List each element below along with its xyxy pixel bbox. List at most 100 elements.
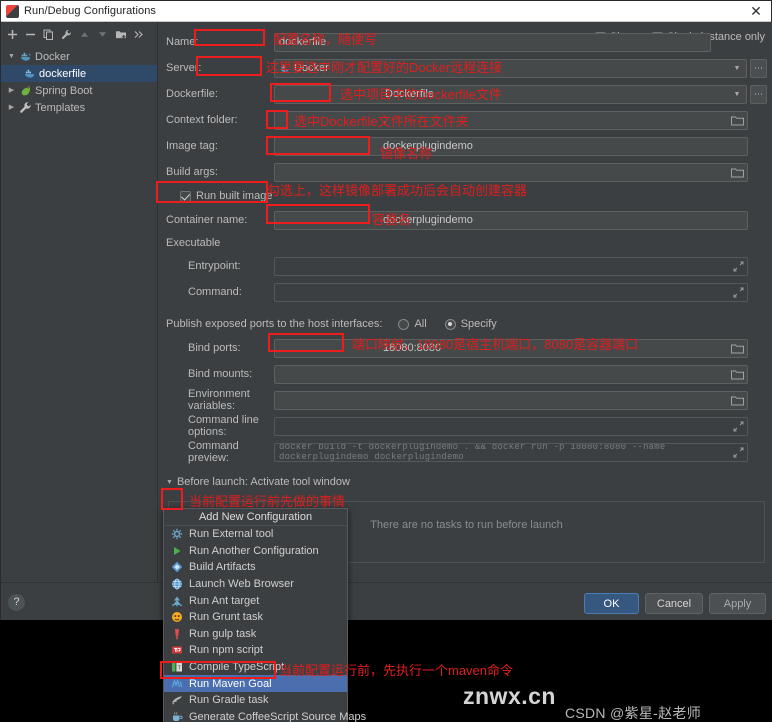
dockerfile-combobox[interactable]: Dockerfile ▼ (274, 84, 747, 104)
chevron-down-icon[interactable]: ▼ (166, 479, 173, 486)
folder-icon[interactable] (731, 395, 744, 407)
menu-item-label: Run External tool (189, 528, 274, 541)
expand-icon[interactable] (733, 447, 744, 458)
command-line-options-input[interactable] (274, 416, 748, 436)
dockerfile-label: Dockerfile: (166, 88, 218, 100)
dialog-body: ▼ Docker dockerfile ▶ Spring Boot ▶ Temp… (1, 22, 772, 582)
dialog-title: Run/Debug Configurations (24, 5, 157, 17)
tree-item-dockerfile[interactable]: dockerfile (1, 65, 157, 82)
folder-icon[interactable] (731, 343, 744, 355)
docker-icon (280, 64, 289, 72)
publish-ports-all-radio[interactable]: All (398, 318, 427, 330)
image-tag-label: Image tag: (166, 140, 218, 152)
run-built-image-checkbox-box[interactable] (180, 190, 191, 202)
bind-ports-value: 18080:8080 (383, 342, 442, 354)
command-row: Command: (166, 279, 767, 305)
container-name-label: Container name: (166, 214, 248, 226)
command-line-options-spacer (750, 417, 767, 436)
menu-item-run-maven-goal[interactable]: Run Maven Goal (164, 675, 347, 692)
close-icon[interactable]: ✕ (749, 4, 763, 18)
wrench-icon (20, 102, 31, 113)
image-tag-row: Image tag: dockerplugindemo (166, 133, 767, 159)
publish-ports-specify-radio[interactable]: Specify (444, 318, 497, 330)
remove-configuration-button[interactable] (22, 25, 39, 43)
apply-button[interactable]: Apply (709, 593, 766, 614)
menu-item-run-ant-target[interactable]: Run Ant target (164, 592, 347, 609)
menu-item-launch-web-browser[interactable]: Launch Web Browser (164, 576, 347, 593)
dockerfile-value: Dockerfile (385, 88, 434, 100)
dialog-titlebar: Run/Debug Configurations ✕ (1, 1, 771, 22)
chevron-down-icon[interactable]: ▼ (730, 87, 744, 102)
menu-item-build-artifacts[interactable]: Build Artifacts (164, 559, 347, 576)
menu-item-run-another-configuration[interactable]: Run Another Configuration (164, 543, 347, 560)
tree-item-templates[interactable]: ▶ Templates (1, 99, 157, 116)
context-folder-value: . (383, 114, 387, 126)
command-preview-label: Command preview: (188, 440, 239, 464)
folder-icon[interactable] (731, 167, 744, 179)
more-options-button[interactable] (130, 25, 147, 43)
publish-ports-all-label: All (414, 318, 427, 330)
chevron-right-icon[interactable]: ▶ (7, 104, 16, 111)
menu-item-run-npm-script[interactable]: Run npm script (164, 642, 347, 659)
build-args-input[interactable] (274, 162, 748, 182)
name-input[interactable]: dockerfile (274, 32, 711, 52)
chevron-right-icon[interactable]: ▶ (7, 87, 16, 94)
context-folder-label: Context folder: (166, 114, 238, 126)
server-label: Server: (166, 62, 202, 74)
bind-mounts-input[interactable] (274, 364, 748, 384)
new-folder-button[interactable] (112, 25, 129, 43)
tree-item-docker[interactable]: ▼ Docker (1, 48, 157, 65)
help-button[interactable]: ? (8, 594, 25, 611)
bind-ports-input[interactable]: 18080:8080 (274, 338, 748, 358)
edit-templates-wrench-icon[interactable] (58, 25, 75, 43)
chevron-down-icon[interactable]: ▼ (7, 53, 16, 60)
menu-item-label: Run Gradle task (189, 694, 269, 707)
environment-variables-spacer (750, 391, 767, 410)
copy-configuration-button[interactable] (40, 25, 57, 43)
context-folder-input[interactable]: . (274, 110, 748, 130)
globe-icon (172, 578, 182, 590)
chevron-down-icon[interactable]: ▼ (730, 61, 744, 76)
entrypoint-label: Entrypoint: (188, 260, 241, 272)
server-browse-button[interactable]: ⋯ (750, 58, 767, 78)
menu-item-run-grunt-task[interactable]: Run Grunt task (164, 609, 347, 626)
entrypoint-input[interactable] (274, 256, 748, 276)
menu-item-run-gradle-task[interactable]: Run Gradle task (164, 692, 347, 709)
server-value: Docker (294, 62, 329, 74)
move-down-button[interactable] (94, 25, 111, 43)
run-built-image-checkbox[interactable]: Run built image (166, 185, 767, 207)
configuration-form: Share Single instance only Name: dockerf… (158, 22, 772, 582)
server-combobox[interactable]: Docker ▼ (274, 58, 747, 78)
popup-header: Add New Configuration (164, 509, 347, 526)
expand-icon[interactable] (733, 287, 744, 298)
radio-specify[interactable] (444, 318, 456, 330)
menu-item-run-external-tool[interactable]: Run External tool (164, 526, 347, 543)
environment-variables-input[interactable] (274, 390, 748, 410)
menu-item-label: Run Maven Goal (189, 677, 272, 690)
folder-icon[interactable] (731, 369, 744, 381)
command-preview-row: Command preview: docker build -t dockerp… (166, 439, 767, 465)
command-preview-input: docker build -t dockerplugindemo . && do… (274, 442, 748, 462)
before-launch-header: ▼ Before launch: Activate tool window (166, 473, 767, 491)
folder-icon[interactable] (731, 115, 744, 127)
expand-icon[interactable] (733, 421, 744, 432)
cancel-button[interactable]: Cancel (645, 593, 703, 614)
build-args-row: Build args: (166, 159, 767, 185)
dockerfile-browse-button[interactable]: ⋯ (750, 84, 767, 104)
tree-item-label: dockerfile (39, 67, 87, 80)
menu-item-compile-typescript[interactable]: T Compile TypeScript (164, 659, 347, 676)
image-tag-value: dockerplugindemo (383, 140, 473, 152)
command-preview-spacer (750, 443, 767, 462)
expand-icon[interactable] (733, 261, 744, 272)
ok-button[interactable]: OK (584, 593, 639, 614)
image-tag-input[interactable]: dockerplugindemo (274, 136, 748, 156)
move-up-button[interactable] (76, 25, 93, 43)
container-name-input[interactable]: dockerplugindemo (274, 210, 748, 230)
menu-item-run-gulp-task[interactable]: Run gulp task (164, 626, 347, 643)
add-configuration-button[interactable] (4, 25, 21, 43)
command-input[interactable] (274, 282, 748, 302)
tree-item-spring-boot[interactable]: ▶ Spring Boot (1, 82, 157, 99)
watermark-secondary: CSDN @紫星-赵老师 (564, 705, 702, 721)
radio-all[interactable] (398, 318, 410, 330)
menu-item-generate-coffeescript-source-maps[interactable]: Generate CoffeeScript Source Maps (164, 709, 366, 722)
